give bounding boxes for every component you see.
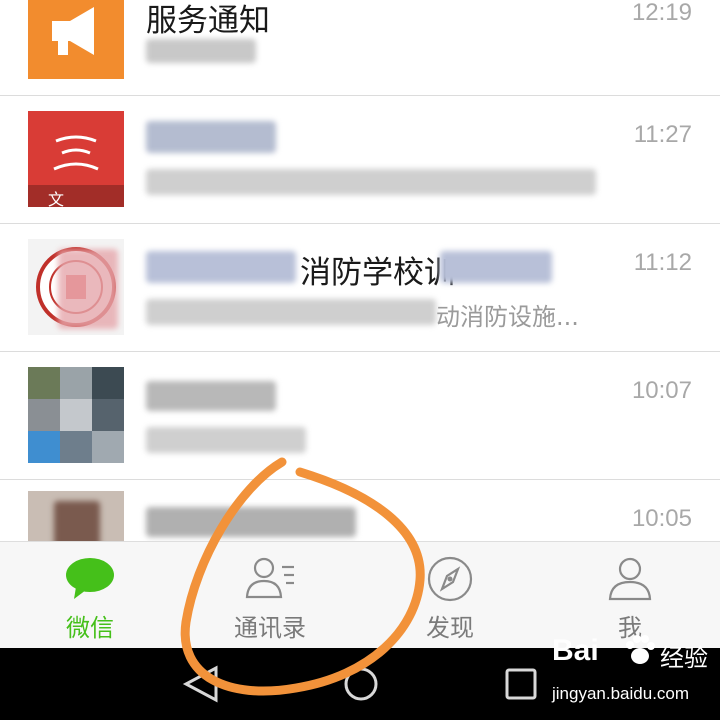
home-icon[interactable] [336, 660, 386, 708]
avatar [28, 239, 124, 335]
tab-discover[interactable]: 发现 [360, 542, 540, 649]
avatar-notice [28, 0, 124, 79]
blurred-preview [146, 427, 306, 453]
watermark-url: jingyan.baidu.com [552, 684, 690, 703]
tab-contacts[interactable]: 通讯录 [180, 542, 360, 649]
compass-icon [427, 556, 473, 602]
watermark: Bai 经验 jingyan.baidu.com [548, 626, 720, 720]
chat-list: 服务通知 12:19 文 11:27 消防学校训 11:12 动消防设施... … [0, 0, 720, 541]
blurred-preview [146, 39, 256, 63]
blurred-title [146, 381, 276, 411]
chat-preview: 动消防设施... [436, 303, 579, 331]
avatar: 文 [28, 111, 124, 207]
paw-icon [626, 635, 655, 664]
wave-logo-icon [28, 135, 124, 207]
avatar-caption: 文 [48, 190, 65, 207]
blurred-title [146, 251, 296, 283]
chat-row[interactable]: 文 11:27 [0, 95, 720, 223]
contacts-icon [245, 557, 294, 599]
chat-row[interactable]: 10:07 [0, 351, 720, 479]
tab-chats[interactable]: 微信 [0, 542, 180, 649]
chat-row-service-notice[interactable]: 服务通知 12:19 [0, 0, 720, 95]
chat-title: 消防学校训 [300, 255, 455, 291]
chat-time: 10:05 [631, 505, 692, 532]
chat-time: 10:07 [631, 377, 692, 404]
chat-row[interactable]: 10:05 [0, 479, 720, 541]
pixelated-photo-icon [28, 367, 124, 463]
chat-time: 11:12 [633, 249, 692, 276]
tab-label: 通讯录 [234, 614, 306, 642]
tab-label: 发现 [426, 614, 474, 642]
recents-icon[interactable] [496, 660, 546, 708]
avatar [28, 367, 124, 463]
blurred-preview [146, 169, 596, 195]
blurred-title [146, 507, 356, 537]
tab-label: 微信 [66, 614, 114, 642]
megaphone-icon [52, 7, 94, 55]
chat-time: 11:27 [633, 121, 692, 148]
watermark-brand: Bai [552, 634, 599, 667]
person-icon [608, 557, 652, 601]
watermark-suffix: 经验 [660, 644, 708, 672]
back-icon[interactable] [176, 660, 226, 708]
chat-row[interactable]: 消防学校训 11:12 动消防设施... [0, 223, 720, 351]
chat-time: 12:19 [631, 0, 692, 26]
chat-bubble-icon [66, 558, 114, 599]
chat-title: 服务通知 [146, 3, 270, 39]
blurred-title [146, 121, 276, 153]
avatar [28, 491, 124, 541]
blurred-preview [146, 299, 436, 325]
